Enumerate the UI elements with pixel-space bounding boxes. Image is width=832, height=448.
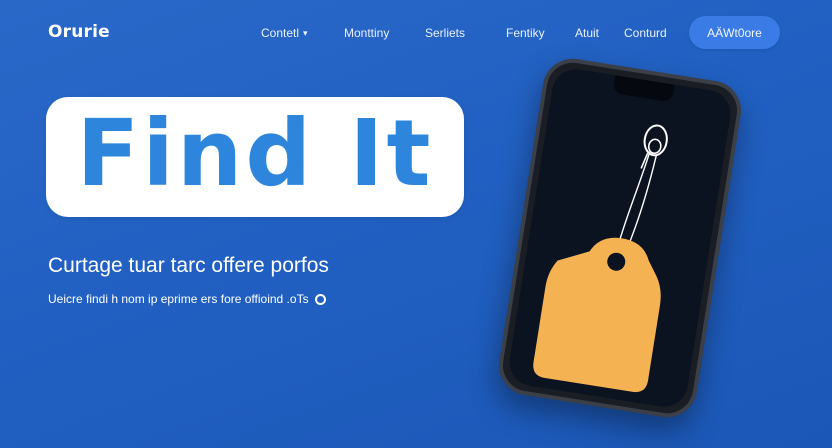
hero-title-badge: Find It — [46, 97, 464, 217]
nav-item-serliets[interactable]: Serliets — [425, 26, 465, 40]
nav-item-label: Serliets — [425, 26, 466, 40]
chevron-down-icon: ▾ — [303, 28, 308, 38]
circle-icon — [314, 293, 326, 305]
hero-subtitle: Curtage tuar tarc offere porfos — [48, 254, 329, 277]
nav-item-contetl[interactable]: Contetl ▾ — [261, 26, 308, 40]
phone-illustration — [494, 54, 746, 422]
nav-item-label: Atuit — [575, 26, 600, 40]
nav-item-conturd[interactable]: Conturd — [624, 26, 667, 40]
hero-body: Ueicre findi h nom ip eprime ers fore of… — [48, 292, 326, 306]
nav-item-label: Contetl — [261, 26, 300, 40]
nav-item-atuit[interactable]: Atuit — [575, 26, 599, 40]
hero-title: Find It — [76, 100, 434, 207]
nav-item-label: Monttiny — [344, 26, 390, 40]
hero-body-text: Ueicre findi h nom ip eprime ers fore of… — [48, 292, 309, 306]
nav-item-label: Conturd — [624, 26, 667, 40]
nav-item-label: Fentiky — [506, 26, 545, 40]
price-tag-icon — [533, 124, 668, 393]
phone-screen — [506, 65, 734, 411]
nav-item-monttiny[interactable]: Monttiny — [344, 26, 389, 40]
nav-item-fentiky[interactable]: Fentiky — [506, 26, 545, 40]
cta-button[interactable]: AÄWt0ore — [689, 16, 780, 49]
